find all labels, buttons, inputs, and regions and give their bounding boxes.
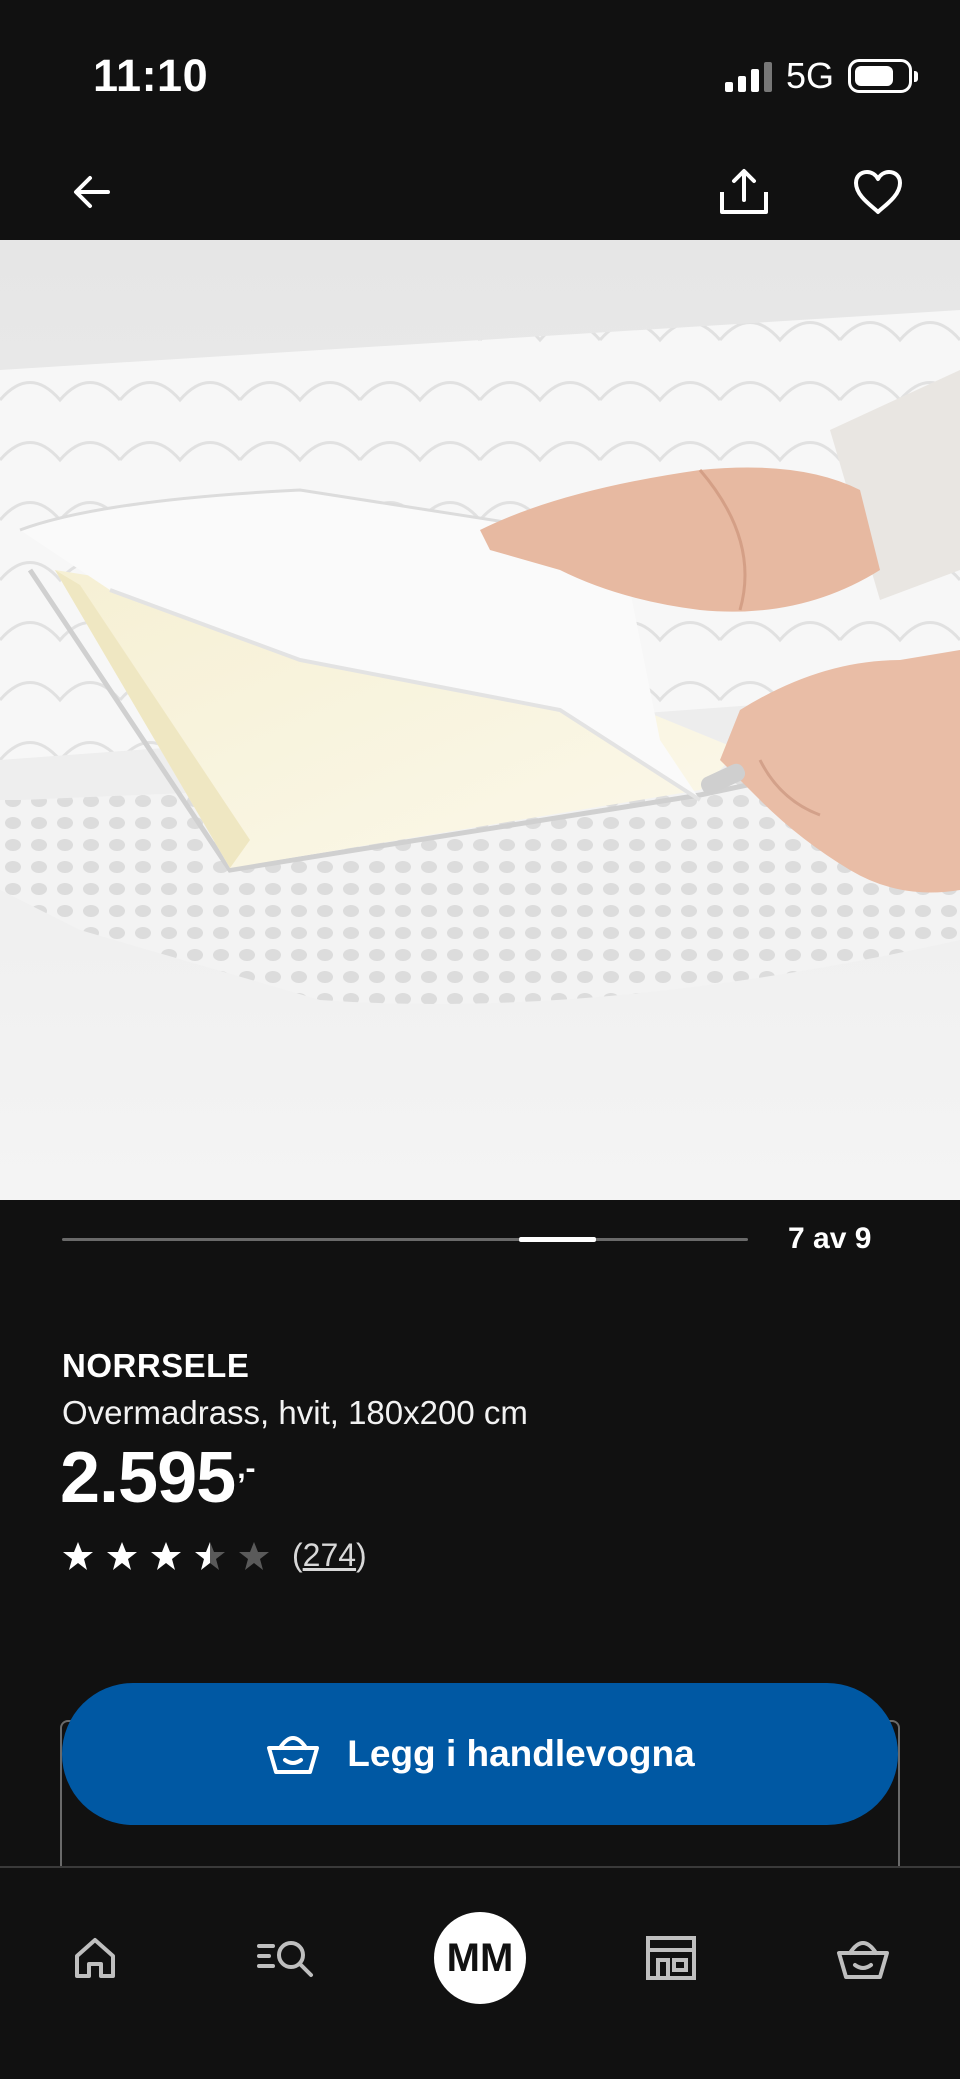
share-icon: [720, 169, 768, 214]
network-label: 5G: [785, 55, 834, 96]
battery-icon: [848, 59, 918, 93]
tab-cart[interactable]: [808, 1908, 918, 2008]
product-image[interactable]: [0, 240, 960, 1200]
bottom-tab-bar: MM: [0, 1866, 960, 2079]
tab-home[interactable]: [40, 1908, 150, 2008]
status-time: 11:10: [93, 50, 209, 101]
image-counter: 7 av 9: [788, 1222, 872, 1255]
review-count: 274: [302, 1537, 357, 1573]
carousel-progress-track[interactable]: [62, 1237, 748, 1242]
share-button[interactable]: [702, 150, 786, 234]
product-price: 2.595 ,-: [60, 1442, 256, 1514]
review-paren-open: (: [292, 1537, 303, 1573]
review-count-link[interactable]: (274): [292, 1537, 367, 1574]
star-icon: [63, 1541, 93, 1570]
review-paren-close: ): [356, 1537, 367, 1573]
tab-profile[interactable]: MM: [425, 1908, 535, 2008]
price-value: 2.595: [60, 1438, 236, 1518]
basket-icon: [267, 1736, 320, 1774]
status-bar: 11:10 5G: [0, 0, 960, 150]
product-name: NORRSELE: [62, 1347, 250, 1384]
top-nav: [0, 150, 960, 240]
star-icon: [239, 1541, 269, 1570]
mattress-illustration: [0, 240, 960, 1200]
image-carousel-indicator: 7 av 9: [0, 1200, 960, 1280]
search-icon: [257, 1941, 313, 1977]
add-to-cart-label: Legg i handlevogna: [347, 1733, 695, 1774]
product-rating[interactable]: (274): [62, 1537, 367, 1574]
home-icon: [75, 1938, 115, 1978]
carousel-progress-thumb: [519, 1237, 596, 1242]
tab-store[interactable]: [616, 1908, 726, 2008]
star-icon: [151, 1541, 181, 1570]
back-arrow-icon: [74, 176, 110, 208]
signal-icon: [724, 60, 772, 92]
add-to-cart-button[interactable]: Legg i handlevogna: [62, 1683, 898, 1825]
tab-search[interactable]: [232, 1908, 342, 2008]
store-icon: [646, 1936, 696, 1980]
cart-icon: [837, 1941, 889, 1979]
heart-icon: [854, 170, 902, 214]
favorite-button[interactable]: [836, 150, 920, 234]
status-indicators: 5G: [724, 55, 918, 96]
profile-avatar: MM: [434, 1912, 526, 2004]
product-description: Overmadrass, hvit, 180x200 cm: [62, 1394, 528, 1431]
back-button[interactable]: [50, 150, 134, 234]
rating-stars: [62, 1540, 270, 1572]
star-icon: [107, 1541, 137, 1570]
price-suffix: ,-: [237, 1452, 256, 1485]
star-icon: [195, 1541, 225, 1570]
